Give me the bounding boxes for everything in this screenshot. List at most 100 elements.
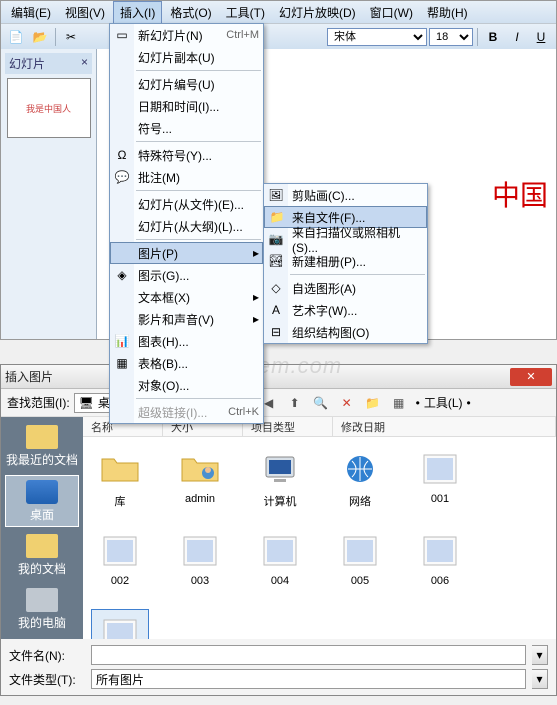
insert-menu-item[interactable]: ▦表格(B)... bbox=[110, 352, 263, 374]
image-icon bbox=[418, 447, 462, 491]
place-computer[interactable]: 我的电脑 bbox=[5, 583, 79, 635]
delete-button[interactable]: ✕ bbox=[336, 392, 358, 414]
place-desktop[interactable]: 桌面 bbox=[5, 475, 79, 527]
file-item[interactable]: 计算机 bbox=[251, 445, 309, 523]
desktop-icon bbox=[26, 480, 58, 504]
computer-icon bbox=[26, 588, 58, 612]
insert-menu-item[interactable]: 符号... bbox=[110, 117, 263, 139]
slide-panel: 幻灯片 × 我是中国人 bbox=[1, 49, 97, 339]
filename-dropdown[interactable]: ▾ bbox=[532, 645, 548, 665]
place-docs[interactable]: 我的文档 bbox=[5, 529, 79, 581]
insert-menu-item[interactable]: 文本框(X)▸ bbox=[110, 286, 263, 308]
insert-menu-item[interactable]: ◈图示(G)... bbox=[110, 264, 263, 286]
filename-input[interactable] bbox=[91, 645, 526, 665]
dialog-bottom: 文件名(N): ▾ 文件类型(T): 所有图片 ▾ bbox=[1, 639, 556, 695]
lookin-label: 查找范围(I): bbox=[7, 394, 70, 411]
file-name: admin bbox=[185, 493, 215, 505]
insert-menu-item[interactable]: ▭新幻灯片(N)Ctrl+M bbox=[110, 24, 263, 46]
file-item[interactable]: 005 bbox=[331, 527, 389, 605]
search-button[interactable]: 🔍 bbox=[310, 392, 332, 414]
file-item[interactable]: 004 bbox=[251, 527, 309, 605]
up-button[interactable]: ⬆ bbox=[284, 392, 306, 414]
menu-item-label: 新建相册(P)... bbox=[292, 253, 423, 270]
menu-item-label: 对象(O)... bbox=[138, 377, 259, 394]
insert-menu-item[interactable]: 幻灯片(从文件)(E)... bbox=[110, 193, 263, 215]
shapes-icon: ◇ bbox=[268, 280, 284, 296]
dialog-body: 我最近的文档桌面我的文档我的电脑 名称 大小 项目类型 修改日期 库admin计… bbox=[1, 417, 556, 639]
dialog-toolbar: 查找范围(I): 🖥 桌面 ▾ ◀ ⬆ 🔍 ✕ 📁 ▦ • 工具(L) • bbox=[1, 389, 556, 417]
picture-submenu-item[interactable]: A艺术字(W)... bbox=[264, 299, 427, 321]
file-item[interactable]: 001 bbox=[411, 445, 469, 523]
clipart-icon: 🖼 bbox=[268, 187, 284, 203]
font-name-select[interactable]: 宋体 bbox=[327, 28, 427, 46]
file-name: 库 bbox=[115, 493, 126, 509]
menu-item-label: 文本框(X) bbox=[138, 289, 253, 306]
underline-button[interactable]: U bbox=[530, 26, 552, 48]
toolbar-button[interactable]: ✂ bbox=[60, 26, 82, 48]
file-item[interactable]: 库 bbox=[91, 445, 149, 523]
menu-help[interactable]: 帮助(H) bbox=[421, 2, 474, 23]
filetype-dropdown[interactable]: ▾ bbox=[532, 669, 548, 689]
insert-menu-item[interactable]: 影片和声音(V)▸ bbox=[110, 308, 263, 330]
symbol-icon: Ω bbox=[114, 147, 130, 163]
menu-tools[interactable]: 工具(T) bbox=[220, 2, 271, 23]
file-item[interactable]: 002 bbox=[91, 527, 149, 605]
place-recent[interactable]: 我最近的文档 bbox=[5, 421, 79, 473]
picture-submenu-item[interactable]: 📷来自扫描仪或照相机(S)... bbox=[264, 228, 427, 250]
file-item[interactable]: 003 bbox=[171, 527, 229, 605]
desktop-icon: 🖥 bbox=[79, 396, 94, 410]
menu-view[interactable]: 视图(V) bbox=[59, 2, 111, 23]
filetype-select[interactable]: 所有图片 bbox=[91, 669, 526, 689]
new-folder-button[interactable]: 📁 bbox=[362, 392, 384, 414]
views-button[interactable]: ▦ bbox=[388, 392, 410, 414]
menu-slideshow[interactable]: 幻灯片放映(D) bbox=[273, 2, 362, 23]
picture-submenu-item[interactable]: 🖼剪贴画(C)... bbox=[264, 184, 427, 206]
menu-edit[interactable]: 编辑(E) bbox=[5, 2, 57, 23]
menu-window[interactable]: 窗口(W) bbox=[364, 2, 419, 23]
menu-insert[interactable]: 插入(I) bbox=[113, 1, 162, 24]
file-item[interactable]: 网络 bbox=[331, 445, 389, 523]
menu-item-label: 符号... bbox=[138, 120, 259, 137]
insert-menu-item[interactable]: 💬批注(M) bbox=[110, 166, 263, 188]
insert-menu-item[interactable]: 幻灯片编号(U) bbox=[110, 73, 263, 95]
insert-menu-item[interactable]: 日期和时间(I)... bbox=[110, 95, 263, 117]
menu-item-label: 特殊符号(Y)... bbox=[138, 147, 259, 164]
insert-menu-item[interactable]: 图片(P)▸ bbox=[110, 242, 263, 264]
insert-menu-item[interactable]: 对象(O)... bbox=[110, 374, 263, 396]
place-label: 桌面 bbox=[30, 506, 54, 523]
picture-submenu-item[interactable]: 🏞新建相册(P)... bbox=[264, 250, 427, 272]
filename-label: 文件名(N): bbox=[9, 647, 85, 664]
slide-panel-title: 幻灯片 × bbox=[5, 53, 92, 74]
file-grid[interactable]: 库 admin 计算机 网络 001 002 003 004 005 006 11 bbox=[83, 437, 556, 639]
menu-format[interactable]: 格式(O) bbox=[164, 2, 217, 23]
toolbar-button[interactable]: 📄 bbox=[5, 26, 27, 48]
insert-menu-item[interactable]: 📊图表(H)... bbox=[110, 330, 263, 352]
menu-item-label: 影片和声音(V) bbox=[138, 311, 253, 328]
bold-button[interactable]: B bbox=[482, 26, 504, 48]
close-button[interactable]: ✕ bbox=[510, 368, 552, 386]
tools-menu-button[interactable]: 工具(L) bbox=[424, 394, 463, 411]
file-item[interactable]: 11 bbox=[91, 609, 149, 639]
insert-menu-item[interactable]: 超级链接(I)...Ctrl+K bbox=[110, 401, 263, 423]
places-bar: 我最近的文档桌面我的文档我的电脑 bbox=[1, 417, 83, 639]
blank-icon bbox=[114, 76, 130, 92]
menu-item-label: 幻灯片(从大纲)(L)... bbox=[138, 218, 259, 235]
insert-menu-item[interactable]: 幻灯片副本(U) bbox=[110, 46, 263, 68]
font-size-select[interactable]: 18 bbox=[429, 28, 473, 46]
file-name: 计算机 bbox=[264, 493, 297, 509]
file-item[interactable]: 006 bbox=[411, 527, 469, 605]
user-icon bbox=[178, 447, 222, 491]
submenu-arrow-icon: ▸ bbox=[253, 246, 259, 260]
insert-menu-item[interactable]: Ω 特殊符号(Y)... bbox=[110, 144, 263, 166]
picture-submenu-item[interactable]: ◇自选图形(A) bbox=[264, 277, 427, 299]
insert-menu-item[interactable]: 幻灯片(从大纲)(L)... bbox=[110, 215, 263, 237]
computer-icon bbox=[258, 447, 302, 491]
picture-submenu-item[interactable]: ⊟组织结构图(O) bbox=[264, 321, 427, 343]
slide-thumbnail[interactable]: 我是中国人 bbox=[7, 78, 91, 138]
menu-item-label: 艺术字(W)... bbox=[292, 302, 423, 319]
italic-button[interactable]: I bbox=[506, 26, 528, 48]
col-date[interactable]: 修改日期 bbox=[333, 417, 556, 436]
submenu-arrow-icon: ▸ bbox=[253, 312, 259, 326]
file-item[interactable]: admin bbox=[171, 445, 229, 523]
toolbar-button[interactable]: 📂 bbox=[29, 26, 51, 48]
